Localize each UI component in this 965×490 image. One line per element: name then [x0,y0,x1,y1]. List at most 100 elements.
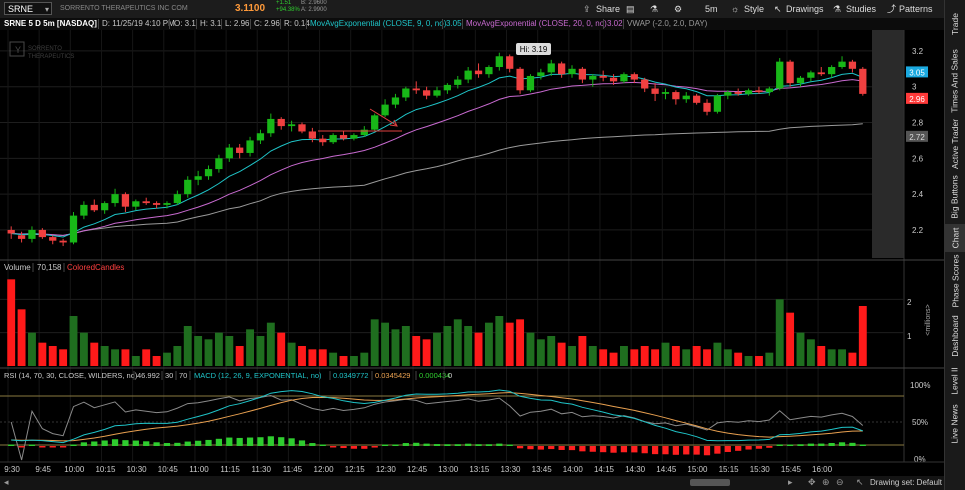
print-icon[interactable]: ▤ [626,3,635,15]
rail-tab-big-buttons[interactable]: Big Buttons [945,171,965,223]
macd-histogram-bar [672,446,679,455]
volume-bar [48,346,57,366]
volume-bar [703,349,711,366]
share-button[interactable]: Share [596,3,620,15]
rail-tab-chart[interactable]: Chart [945,224,965,252]
share-icon[interactable]: ⇪ [583,3,591,15]
rsi-study-label[interactable]: RSI (14, 70, 30, CLOSE, WILDERS, no) [4,371,138,380]
time-tick: 12:00 [314,465,335,474]
style-button[interactable]: Style [744,3,764,15]
timeframe-button[interactable]: 5m [705,3,718,15]
time-tick: 14:45 [656,465,677,474]
macd-histogram-bar [278,437,285,446]
volume-bar [640,346,649,366]
candle-body [765,88,773,93]
indicator-tick: 100% [910,381,930,390]
rail-tab-active-trader[interactable]: Active Trader [945,118,965,170]
bar-high: H: 3.1 [200,19,222,28]
studies-button[interactable]: Studies [846,3,876,15]
studies-icon[interactable]: ⚗ [833,3,841,15]
rail-tab-times-and-sales[interactable]: Times And Sales [945,45,965,117]
rail-tab-live-news[interactable]: Live News [945,400,965,448]
volume-bar [806,339,815,366]
gear-icon[interactable]: ⚙ [674,3,682,15]
macd-histogram-bar [423,443,430,446]
scroll-right-icon[interactable]: ▸ [788,477,793,488]
symbol-input[interactable]: SRNE ▾ [4,2,52,15]
macd-histogram-bar [496,443,503,446]
time-tick: 11:45 [283,465,303,474]
candle-body [859,68,867,94]
chart-area[interactable]: Y SORRENTO THERAPEUTICS Hi: 3.19 3.2 3 2.8… [0,30,944,476]
candle-body [308,131,317,139]
macd-histogram-bar [143,441,150,446]
candle-body [49,237,57,241]
price-label: 2.96 [909,95,925,104]
annotation-drawing[interactable] [318,108,402,132]
style-icon[interactable]: ☼ [731,3,739,15]
vwap-study-label[interactable]: VWAP (-2.0, 2.0, DAY) [627,19,707,29]
pan-icon[interactable]: ✥ [808,477,816,488]
volume-bar [339,356,348,366]
volume-bar [557,342,566,366]
macd-histogram-bar [215,438,223,446]
chevron-down-icon[interactable]: ▾ [45,3,49,16]
macd-histogram-bar [745,446,752,450]
macd-histogram-bar [651,446,659,455]
macd-study-label[interactable]: MACD (12, 26, 9, EXPONENTIAL, no) [194,371,322,380]
bar-close: C: 2.96 [254,19,280,28]
time-axis[interactable]: 9:30 9:45 10:00 10:15 10:30 10:45 11:00 11:15 11… [4,465,832,474]
drawings-icon[interactable]: ↖ [774,3,782,15]
ema9-study-label[interactable]: MovAvgExponential (CLOSE, 9, 0, no) [310,19,446,29]
candle-body [163,203,171,205]
flask-icon[interactable]: ⚗ [650,3,658,15]
macd-histogram-bar [485,444,493,446]
chart-scrollbar[interactable] [690,479,730,486]
volume-bar [308,349,317,366]
patterns-button[interactable]: Patterns [899,3,933,15]
macd-histogram-bar [195,440,202,446]
rail-tab-phase-scores[interactable]: Phase Scores [945,253,965,309]
candle-body [412,88,420,91]
price-axis[interactable]: 3.2 3 2.8 2.6 2.4 2.2 3.05 2.96 2.72 [903,30,928,462]
session-high-label: Hi: 3.19 [516,43,551,55]
patterns-icon[interactable]: ⤴ [887,3,896,15]
time-tick: 14:30 [625,465,646,474]
volume-bar [474,332,483,366]
volume-bar [786,312,795,366]
svg-text:Y: Y [15,45,21,55]
rail-tab-dashboard[interactable]: Dashboard [945,310,965,362]
scroll-left-icon[interactable]: ◂ [4,477,9,488]
macd-histogram-bar [859,444,866,446]
indicator-header: RSI (14, 70, 30, CLOSE, WILDERS, no) 46.… [4,371,452,380]
macd-histogram-bar [776,444,783,446]
macd-histogram-bar [163,443,171,446]
divider [250,19,251,29]
candle-body [755,90,763,93]
price-tick: 2.4 [912,190,924,199]
drawings-button[interactable]: Drawings [786,3,824,15]
volume-bar [630,349,639,366]
cursor-icon[interactable]: ↖ [856,477,864,488]
zoom-in-icon[interactable]: ⊕ [822,477,830,488]
candle-body [786,61,794,84]
colored-candles-study[interactable]: ColoredCandles [67,263,124,272]
ema20-study-label[interactable]: MovAvgExponential (CLOSE, 20, 0, no) [466,19,607,29]
volume-grid [0,298,904,334]
rail-tab-trade[interactable]: Trade [945,4,965,44]
divider [169,19,170,29]
rail-tab-level-ii[interactable]: Level II [945,363,965,399]
drawing-set-label[interactable]: Drawing set: Default [870,478,942,487]
indicator-lines [8,389,866,461]
macd-histogram-bar [558,446,565,450]
price-tick: 3.2 [912,47,924,56]
divider [98,19,99,29]
zoom-out-icon[interactable]: ⊖ [836,477,844,488]
divider [442,19,443,29]
candle-body [28,229,36,239]
macd-histogram-bar [101,440,108,446]
bar-low: L: 2.96 [225,19,250,28]
candle-body [194,176,202,180]
candle-body [776,61,784,89]
volume-bar [422,339,431,366]
